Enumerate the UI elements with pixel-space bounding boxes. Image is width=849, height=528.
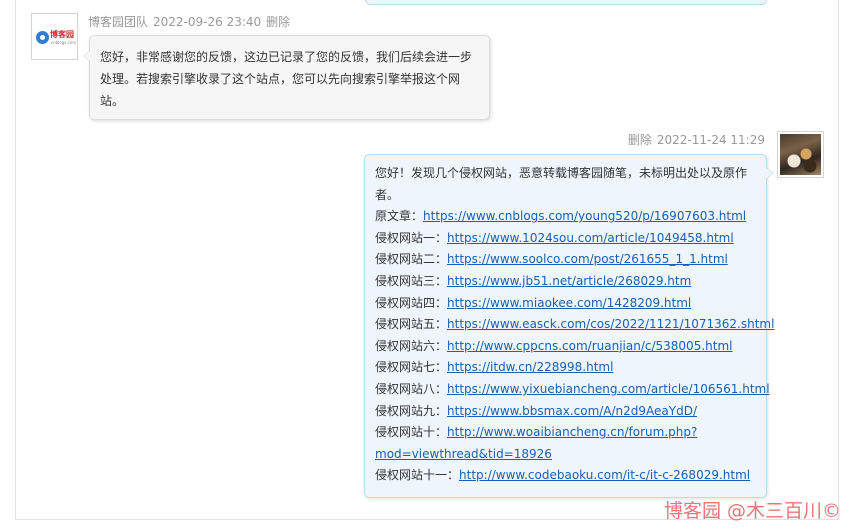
site-link[interactable]: https://itdw.cn/228998.html	[447, 360, 613, 374]
infringing-site-line: 侵权网站十：http://www.woaibiancheng.cn/forum.…	[375, 422, 756, 444]
avatar-logo-subtext: cnblogs.com	[51, 40, 77, 45]
infringing-site-line: 侵权网站一：https://www.1024sou.com/article/10…	[375, 228, 756, 250]
original-article-link[interactable]: https://www.cnblogs.com/young520/p/16907…	[423, 209, 746, 223]
site-label: 侵权网站五：	[375, 317, 448, 332]
cnblogs-logo-icon	[36, 31, 49, 44]
site-label: 侵权网站六：	[375, 338, 448, 353]
site-link[interactable]: http://www.woaibiancheng.cn/forum.php?	[447, 425, 697, 439]
infringing-site-line-continued: mod=viewthread&tid=18926	[375, 444, 756, 466]
site-label: 侵权网站七：	[375, 360, 448, 375]
site-label: 侵权网站十：	[375, 425, 448, 440]
site-link[interactable]: https://www.easck.com/cos/2022/1121/1071…	[447, 317, 774, 331]
site-label: 侵权网站二：	[375, 252, 448, 267]
message-datetime: 2022-09-26 23:40	[153, 15, 262, 29]
infringing-site-line: 侵权网站三：https://www.jb51.net/article/26802…	[375, 271, 756, 293]
message-meta: 博客园团队 2022-09-26 23:40 删除	[88, 13, 290, 30]
site-label: 侵权网站一：	[375, 230, 448, 245]
author-name[interactable]: 博客园团队	[88, 15, 148, 29]
site-link[interactable]: https://www.1024sou.com/article/1049458.…	[447, 231, 734, 245]
infringing-site-line: 侵权网站八：https://www.yixuebiancheng.com/art…	[375, 379, 770, 401]
infringing-site-line: 侵权网站五：https://www.easck.com/cos/2022/112…	[375, 314, 774, 336]
site-label: 侵权网站八：	[375, 381, 448, 396]
message-text: 您好，非常感谢您的反馈，这边已记录了您的反馈，我们后续会进一步处理。若搜索引擎收…	[100, 50, 473, 108]
infringing-site-line: 侵权网站二：https://www.soolco.com/post/261655…	[375, 249, 756, 271]
original-article-line: 原文章：https://www.cnblogs.com/young520/p/1…	[375, 206, 756, 228]
site-label: 侵权网站四：	[375, 295, 448, 310]
site-link-continued[interactable]: mod=viewthread&tid=18926	[375, 447, 552, 461]
original-article-label: 原文章：	[375, 209, 424, 224]
infringing-site-line: 侵权网站十一：http://www.codebaoku.com/it-c/it-…	[375, 465, 756, 487]
site-link[interactable]: https://www.bbsmax.com/A/n2d9AeaYdD/	[447, 404, 697, 418]
site-label: 侵权网站十一：	[375, 468, 460, 483]
message-intro: 您好！发现几个侵权网站，恶意转载博客园随笔，未标明出处以及原作者。	[375, 166, 748, 202]
site-link[interactable]: http://www.codebaoku.com/it-c/it-c-26802…	[459, 468, 750, 482]
infringing-site-line: 侵权网站四：https://www.miaokee.com/1428209.ht…	[375, 293, 756, 315]
watermark: 博客园 @木三百川©	[663, 500, 841, 522]
site-link[interactable]: https://www.yixuebiancheng.com/article/1…	[447, 382, 770, 396]
site-link[interactable]: https://www.miaokee.com/1428209.html	[447, 296, 691, 310]
delete-link[interactable]: 删除	[628, 133, 652, 147]
previous-message-bubble	[365, 0, 767, 5]
site-link[interactable]: https://www.soolco.com/post/261655_1_1.h…	[447, 252, 728, 266]
message-bubble-sent: 您好！发现几个侵权网站，恶意转载博客园随笔，未标明出处以及原作者。 原文章：ht…	[364, 154, 774, 498]
message-meta: 删除 2022-11-24 11:29	[628, 131, 765, 148]
site-link[interactable]: https://www.jb51.net/article/268029.htm	[447, 274, 691, 288]
infringing-site-line: 侵权网站六：http://www.cppcns.com/ruanjian/c/5…	[375, 336, 756, 358]
message-bubble-received: 您好，非常感谢您的反馈，这边已记录了您的反馈，我们后续会进一步处理。若搜索引擎收…	[83, 35, 490, 120]
avatar-user[interactable]	[777, 131, 824, 178]
avatar-cnblogs-team[interactable]: 博客园 cnblogs.com	[31, 13, 78, 60]
site-label: 侵权网站三：	[375, 273, 448, 288]
delete-link[interactable]: 删除	[266, 15, 290, 29]
avatar-image	[780, 134, 821, 175]
infringing-site-line: 侵权网站七：https://itdw.cn/228998.html	[375, 357, 756, 379]
site-label: 侵权网站九：	[375, 403, 448, 418]
site-link[interactable]: http://www.cppcns.com/ruanjian/c/538005.…	[447, 339, 732, 353]
avatar-logo-text: 博客园	[50, 30, 74, 39]
message-datetime: 2022-11-24 11:29	[656, 133, 765, 147]
infringing-site-line: 侵权网站九：https://www.bbsmax.com/A/n2d9AeaYd…	[375, 401, 756, 423]
